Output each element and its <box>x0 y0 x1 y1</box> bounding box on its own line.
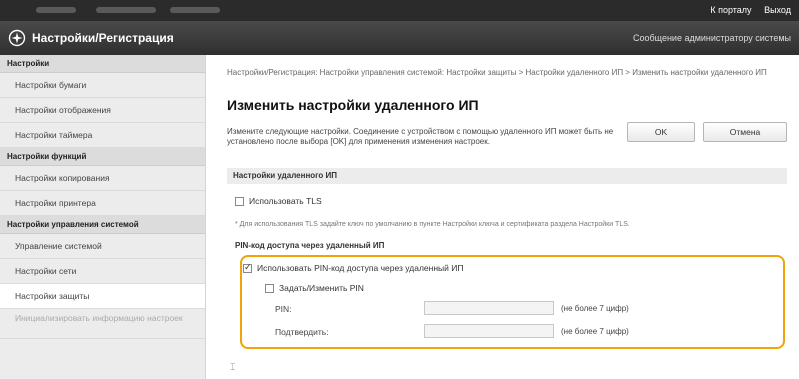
sidebar: Настройки Настройки бумаги Настройки ото… <box>0 55 206 379</box>
confirm-label: Подтвердить: <box>275 327 329 337</box>
sidebar-item-display[interactable]: Настройки отображения <box>0 98 205 123</box>
top-links: К порталу Выход <box>700 5 791 15</box>
pin-subheading: PIN-код доступа через удаленный ИП <box>235 241 385 250</box>
pin-label: PIN: <box>275 304 292 314</box>
page-title: Изменить настройки удаленного ИП <box>227 97 479 113</box>
sidebar-item-initialize[interactable]: Инициализировать информацию настроек <box>0 309 205 339</box>
blurred-text <box>170 7 220 13</box>
sidebar-group-label: Настройки <box>0 55 205 73</box>
sidebar-item-printer[interactable]: Настройки принтера <box>0 191 205 216</box>
sidebar-item-security[interactable]: Настройки защиты <box>0 284 205 309</box>
app-header: Настройки/Регистрация Сообщение админист… <box>0 21 799 55</box>
top-bar: К порталу Выход <box>0 0 799 21</box>
sidebar-group-label: Настройки управления системой <box>0 216 205 234</box>
ok-button[interactable]: OK <box>627 122 695 142</box>
sidebar-item-system[interactable]: Управление системой <box>0 234 205 259</box>
use-tls-checkbox[interactable] <box>235 196 244 206</box>
sidebar-item-copy[interactable]: Настройки копирования <box>0 166 205 191</box>
tls-note: * Для использования TLS задайте ключ по … <box>235 221 630 228</box>
admin-message-link[interactable]: Сообщение администратору системы <box>633 33 791 43</box>
breadcrumb: Настройки/Регистрация: Настройки управле… <box>227 68 767 77</box>
blurred-text <box>36 7 76 13</box>
cancel-button[interactable]: Отмена <box>703 122 787 142</box>
pin-input[interactable] <box>424 301 554 315</box>
use-pin-label: Использовать PIN-код доступа через удале… <box>257 263 464 273</box>
sidebar-item-network[interactable]: Настройки сети <box>0 259 205 284</box>
sidebar-item-timer[interactable]: Настройки таймера <box>0 123 205 148</box>
set-pin-checkbox[interactable] <box>265 283 274 293</box>
sidebar-item-paper[interactable]: Настройки бумаги <box>0 73 205 98</box>
logout-link[interactable]: Выход <box>764 5 791 15</box>
pin-hint: (не более 7 цифр) <box>561 304 629 313</box>
app-title: Настройки/Регистрация <box>32 31 174 45</box>
main-content: Настройки/Регистрация: Настройки управле… <box>207 55 799 379</box>
settings-icon <box>8 29 26 47</box>
set-pin-label: Задать/Изменить PIN <box>279 283 364 293</box>
page-description: Измените следующие настройки. Соединение… <box>227 127 614 146</box>
use-tls-row: Использовать TLS <box>235 196 322 206</box>
sidebar-group-label: Настройки функций <box>0 148 205 166</box>
use-pin-row: Использовать PIN-код доступа через удале… <box>243 262 464 273</box>
set-pin-row: Задать/Изменить PIN <box>265 283 364 293</box>
blurred-text <box>96 7 156 13</box>
use-pin-checkbox[interactable] <box>243 262 252 273</box>
use-tls-label: Использовать TLS <box>249 196 322 206</box>
confirm-pin-input[interactable] <box>424 324 554 338</box>
portal-link[interactable]: К порталу <box>710 5 751 15</box>
section-header: Настройки удаленного ИП <box>227 168 787 184</box>
resize-handle-icon[interactable]: ⌶ <box>230 362 235 373</box>
confirm-hint: (не более 7 цифр) <box>561 327 629 336</box>
